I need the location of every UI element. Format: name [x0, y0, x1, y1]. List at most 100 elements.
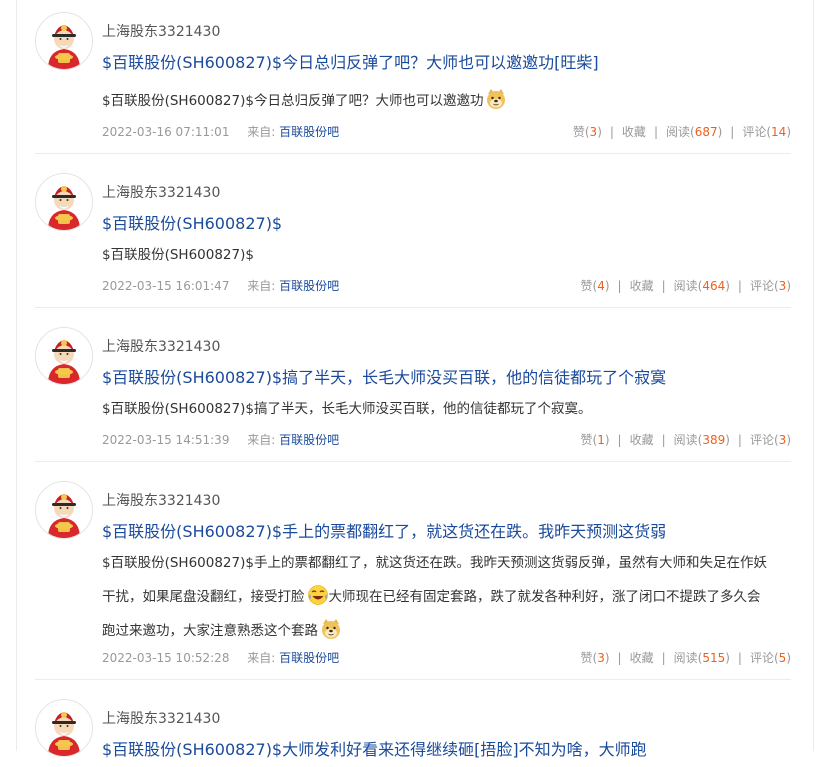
- source-link[interactable]: 百联股份吧: [279, 279, 339, 293]
- divider: |: [661, 279, 666, 293]
- post-date: 2022-03-15 16:01:47: [102, 279, 230, 293]
- divider: |: [617, 433, 622, 447]
- divider: |: [737, 279, 742, 293]
- source-label: 来自:: [247, 433, 276, 447]
- divider: |: [730, 125, 735, 139]
- source-label: 来自:: [247, 279, 276, 293]
- divider: |: [661, 433, 666, 447]
- read-count: 464: [702, 279, 726, 293]
- post-title-link[interactable]: $百联股份(SH600827)$今日总归反弹了吧？大师也可以邀邀功[旺柴]: [102, 49, 599, 73]
- username-link[interactable]: 上海股东3321430: [102, 21, 220, 41]
- fortune-god-avatar-icon: [36, 13, 92, 69]
- post-meta: 2022-03-15 14:51:39 来自: 百联股份吧: [102, 431, 339, 448]
- post-title-link[interactable]: $百联股份(SH600827)$手上的票都翻红了，就这货还在跌。我昨天预测这货弱: [102, 518, 666, 542]
- favorite-button[interactable]: 收藏: [630, 279, 654, 293]
- divider: |: [661, 651, 666, 665]
- post-meta: 2022-03-16 07:11:01 来自: 百联股份吧: [102, 123, 339, 140]
- source-label: 来自:: [247, 651, 276, 665]
- post-meta: 2022-03-15 16:01:47 来自: 百联股份吧: [102, 277, 339, 294]
- post-title-link[interactable]: $百联股份(SH600827)$搞了半天，长毛大师没买百联，他的信徒都玩了个寂寞: [102, 364, 666, 388]
- content-line: $百联股份(SH600827)$搞了半天，长毛大师没买百联，他的信徒都玩了个寂寞…: [102, 392, 792, 426]
- fortune-god-avatar-icon: [36, 328, 92, 384]
- content-text: 干扰，如果尾盘没翻红，接受打脸: [102, 589, 305, 605]
- read-count-link[interactable]: 阅读(515): [674, 651, 730, 665]
- favorite-button[interactable]: 收藏: [622, 125, 646, 139]
- read-count-link[interactable]: 阅读(687): [666, 125, 722, 139]
- divider: |: [653, 125, 658, 139]
- read-count: 515: [702, 651, 726, 665]
- divider: |: [737, 433, 742, 447]
- avatar[interactable]: [35, 699, 93, 757]
- content-text: 跑过来邀功，大家注意熟悉这个套路: [102, 623, 318, 639]
- divider: |: [617, 279, 622, 293]
- post-item: 上海股东3321430 $百联股份(SH600827)$ $百联股份(SH600…: [35, 161, 791, 308]
- post-date: 2022-03-15 14:51:39: [102, 433, 230, 447]
- like-button[interactable]: 赞(1): [580, 433, 609, 447]
- comment-button[interactable]: 评论(14): [742, 125, 791, 139]
- read-count-link[interactable]: 阅读(389): [674, 433, 730, 447]
- post-actions: 赞(3) | 收藏 | 阅读(687) | 评论(14): [573, 123, 791, 140]
- comment-button[interactable]: 评论(5): [750, 651, 791, 665]
- fortune-god-avatar-icon: [36, 700, 92, 756]
- avatar[interactable]: [35, 481, 93, 539]
- comment-count: 14: [771, 125, 787, 139]
- content-line: 干扰，如果尾盘没翻红，接受打脸 大师现在已经有固定套路，跌了就发各种利好，涨了闭口…: [102, 580, 792, 614]
- like-count: 3: [589, 125, 598, 139]
- post-item: 上海股东3321430 $百联股份(SH600827)$搞了半天，长毛大师没买百…: [35, 315, 791, 462]
- content-text: $百联股份(SH600827)$: [102, 247, 254, 263]
- source-link[interactable]: 百联股份吧: [279, 125, 339, 139]
- post-actions: 赞(4) | 收藏 | 阅读(464) | 评论(3): [580, 277, 791, 294]
- comment-button[interactable]: 评论(3): [750, 279, 791, 293]
- post-title-link[interactable]: $百联股份(SH600827)$: [102, 210, 282, 234]
- like-count: 3: [597, 651, 605, 665]
- fortune-god-avatar-icon: [36, 482, 92, 538]
- post-item: 上海股东3321430 $百联股份(SH600827)$今日总归反弹了吧？大师也…: [35, 0, 791, 154]
- avatar[interactable]: [35, 12, 93, 70]
- favorite-button[interactable]: 收藏: [630, 651, 654, 665]
- divider: |: [737, 651, 742, 665]
- post-content: $百联股份(SH600827)$手上的票都翻红了，就这货还在跌。我昨天预测这货弱…: [102, 546, 792, 648]
- source-link[interactable]: 百联股份吧: [279, 651, 339, 665]
- favorite-button[interactable]: 收藏: [630, 433, 654, 447]
- username-link[interactable]: 上海股东3321430: [102, 708, 220, 728]
- post-item: 上海股东3321430 $百联股份(SH600827)$手上的票都翻红了，就这货…: [35, 469, 791, 680]
- read-count-link[interactable]: 阅读(464): [674, 279, 730, 293]
- like-count: 1: [597, 433, 605, 447]
- laugh-emoji-icon: [307, 584, 329, 606]
- doge-emoji-icon: [485, 88, 507, 110]
- content-text: $百联股份(SH600827)$今日总归反弹了吧？大师也可以邀邀功: [102, 93, 484, 109]
- comment-count: 3: [778, 279, 787, 293]
- content-line: $百联股份(SH600827)$: [102, 238, 792, 272]
- post-meta: 2022-03-15 10:52:28 来自: 百联股份吧: [102, 649, 339, 666]
- content-line: $百联股份(SH600827)$手上的票都翻红了，就这货还在跌。我昨天预测这货弱…: [102, 546, 792, 580]
- like-count: 4: [597, 279, 605, 293]
- post-content: $百联股份(SH600827)$: [102, 238, 792, 272]
- post-actions: 赞(1) | 收藏 | 阅读(389) | 评论(3): [580, 431, 791, 448]
- like-button[interactable]: 赞(4): [580, 279, 609, 293]
- comment-count: 3: [778, 433, 787, 447]
- username-link[interactable]: 上海股东3321430: [102, 336, 220, 356]
- avatar[interactable]: [35, 173, 93, 231]
- username-link[interactable]: 上海股东3321430: [102, 490, 220, 510]
- avatar[interactable]: [35, 327, 93, 385]
- content-text: $百联股份(SH600827)$手上的票都翻红了，就这货还在跌。我昨天预测这货弱…: [102, 555, 767, 571]
- content-text: $百联股份(SH600827)$搞了半天，长毛大师没买百联，他的信徒都玩了个寂寞…: [102, 401, 592, 417]
- post-date: 2022-03-16 07:11:01: [102, 125, 230, 139]
- source-link[interactable]: 百联股份吧: [279, 433, 339, 447]
- read-count: 687: [694, 125, 718, 139]
- post-title-link[interactable]: $百联股份(SH600827)$大师发利好看来还得继续砸[捂脸]不知为啥，大师跑: [102, 736, 647, 760]
- post-content: $百联股份(SH600827)$搞了半天，长毛大师没买百联，他的信徒都玩了个寂寞…: [102, 392, 792, 426]
- doge-emoji-icon: [320, 618, 342, 640]
- comment-count: 5: [778, 651, 787, 665]
- like-button[interactable]: 赞(3): [580, 651, 609, 665]
- username-link[interactable]: 上海股东3321430: [102, 182, 220, 202]
- source-label: 来自:: [247, 125, 276, 139]
- comment-button[interactable]: 评论(3): [750, 433, 791, 447]
- post-content: $百联股份(SH600827)$今日总归反弹了吧？大师也可以邀邀功: [102, 84, 792, 118]
- post-item: 上海股东3321430 $百联股份(SH600827)$大师发利好看来还得继续砸…: [35, 687, 791, 767]
- divider: |: [609, 125, 614, 139]
- content-line: 跑过来邀功，大家注意熟悉这个套路: [102, 614, 792, 648]
- like-button[interactable]: 赞(3): [573, 125, 602, 139]
- content-line: $百联股份(SH600827)$今日总归反弹了吧？大师也可以邀邀功: [102, 84, 792, 118]
- content-text: 大师现在已经有固定套路，跌了就发各种利好，涨了闭口不提跌了多久会: [328, 589, 761, 605]
